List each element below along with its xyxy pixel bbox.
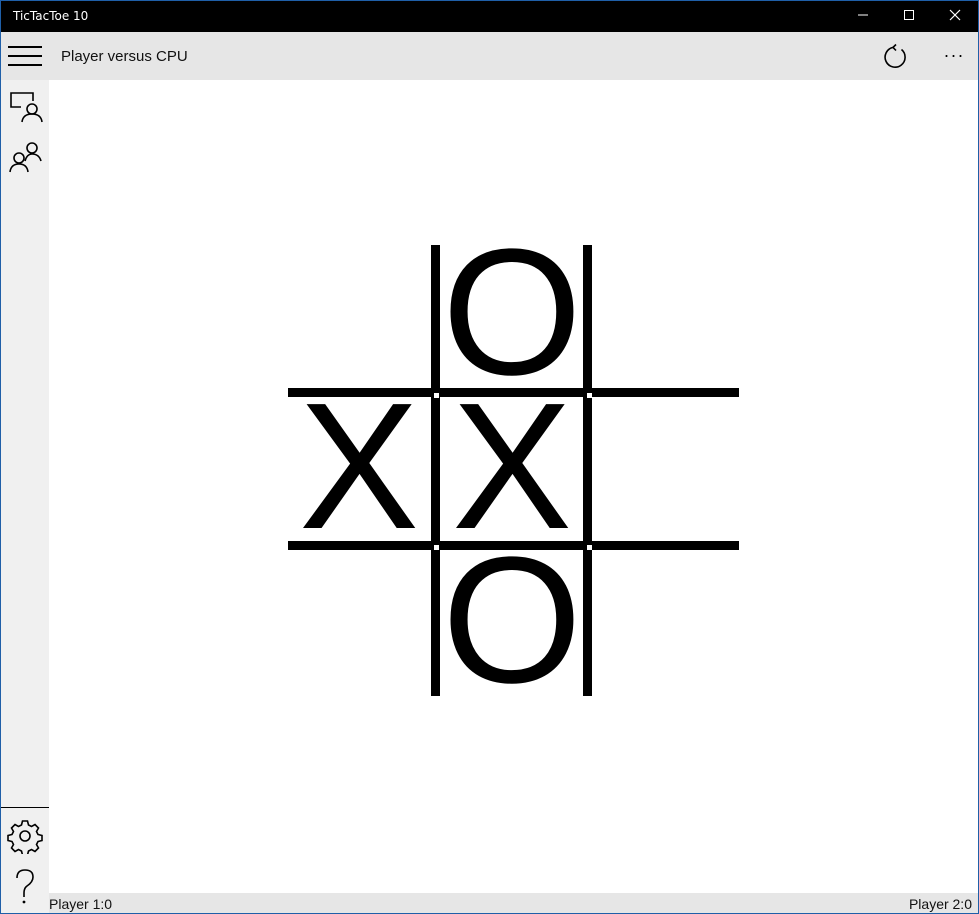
player-vs-cpu-icon xyxy=(7,89,43,130)
minimize-icon xyxy=(857,8,869,26)
board-cell-2-3[interactable] xyxy=(590,392,740,542)
game-board: O X X O xyxy=(49,80,978,893)
title-bar[interactable]: TicTacToe 10 xyxy=(1,1,978,32)
player1-score: Player 1:0 xyxy=(49,896,113,912)
maximize-button[interactable] xyxy=(886,1,932,32)
sidebar-divider xyxy=(1,807,49,808)
player2-score: Player 2:0 xyxy=(908,896,972,912)
maximize-icon xyxy=(903,8,915,26)
sidebar xyxy=(1,80,49,913)
player-vs-player-icon xyxy=(7,139,43,180)
refresh-button[interactable] xyxy=(881,42,911,72)
app-window: TicTacToe 10 Player versus CPU ··· O X X… xyxy=(0,0,979,914)
board-cell-3-3[interactable] xyxy=(590,546,740,696)
page-title: Player versus CPU xyxy=(61,48,188,65)
hamburger-icon[interactable] xyxy=(1,32,49,80)
more-options-button[interactable]: ··· xyxy=(936,42,972,72)
help-icon xyxy=(7,866,43,911)
close-icon xyxy=(949,8,961,26)
status-bar: Player 1:0 Player 2:0 xyxy=(49,893,978,913)
settings-icon xyxy=(7,818,43,859)
sidebar-item-help[interactable] xyxy=(1,864,49,912)
refresh-icon xyxy=(881,43,911,76)
sidebar-item-settings[interactable] xyxy=(1,814,49,862)
board-cell-2-1[interactable]: X xyxy=(284,377,434,557)
board-cell-3-2[interactable]: O xyxy=(437,531,587,711)
board-cell-1-3[interactable] xyxy=(590,238,740,388)
close-button[interactable] xyxy=(932,1,978,32)
sidebar-item-player-vs-cpu[interactable] xyxy=(1,85,49,133)
minimize-button[interactable] xyxy=(840,1,886,32)
sidebar-item-player-vs-player[interactable] xyxy=(1,135,49,183)
window-title: TicTacToe 10 xyxy=(13,9,89,23)
app-bar: Player versus CPU ··· xyxy=(1,32,978,80)
board-cell-3-1[interactable] xyxy=(284,546,434,696)
